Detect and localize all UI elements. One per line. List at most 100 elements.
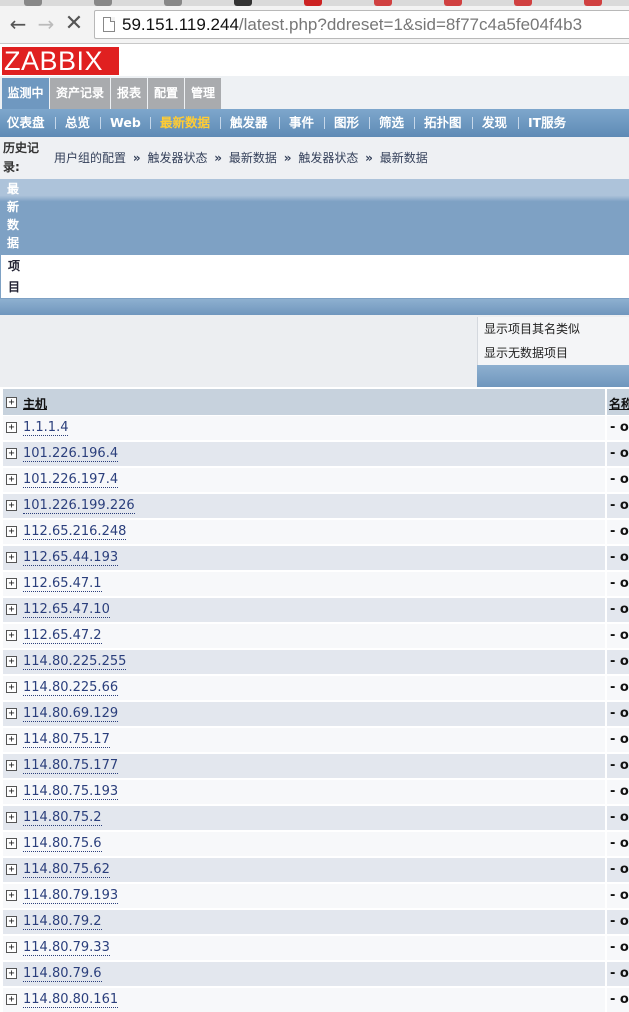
expand-row-icon[interactable]: + xyxy=(6,994,17,1005)
expand-row-icon[interactable]: + xyxy=(6,864,17,875)
url-text[interactable]: 59.151.119.244/latest.php?ddreset=1&sid=… xyxy=(122,15,582,35)
breadcrumb-link[interactable]: 最新数据 xyxy=(229,151,277,165)
zabbix-logo[interactable]: ZABBIX xyxy=(2,47,119,75)
item-name-cell: - ot xyxy=(605,806,629,830)
sub-menu-web[interactable]: Web xyxy=(110,109,141,137)
expand-row-icon[interactable]: + xyxy=(6,500,17,511)
back-arrow-icon[interactable]: ← xyxy=(6,12,30,36)
expand-row-icon[interactable]: + xyxy=(6,734,17,745)
main-menu-inventory[interactable]: 资产记录 xyxy=(50,78,110,109)
host-link[interactable]: 1.1.1.4 xyxy=(23,420,69,436)
sub-menu-maps[interactable]: 拓扑图 xyxy=(424,109,462,137)
breadcrumb-link[interactable]: 触发器状态 xyxy=(147,151,207,165)
item-name-cell: - ot xyxy=(605,988,629,1012)
page-title: 最新数据 xyxy=(7,182,20,250)
host-link[interactable]: 114.80.79.33 xyxy=(23,940,110,956)
expand-row-icon[interactable]: + xyxy=(6,422,17,433)
expand-row-icon[interactable]: + xyxy=(6,656,17,667)
table-row: +114.80.75.6 - ot xyxy=(3,832,629,856)
breadcrumb-arrow: » xyxy=(214,151,223,165)
filter-options: 显示项目其名类似 显示无数据项目 xyxy=(477,317,629,365)
main-menu-reports[interactable]: 报表 xyxy=(111,78,147,109)
host-link[interactable]: 112.65.216.248 xyxy=(23,524,127,540)
host-link[interactable]: 114.80.225.66 xyxy=(23,680,119,696)
host-link[interactable]: 114.80.75.177 xyxy=(23,758,119,774)
host-link[interactable]: 101.226.199.226 xyxy=(23,498,135,514)
sub-menu-it-services[interactable]: IT服务 xyxy=(528,109,566,137)
sub-menu-screens[interactable]: 筛选 xyxy=(379,109,404,137)
sub-menu-dashboard[interactable]: 仪表盘 xyxy=(7,109,45,137)
table-row: +114.80.79.33 - ot xyxy=(3,936,629,960)
breadcrumb-link[interactable]: 最新数据 xyxy=(380,151,428,165)
expand-row-icon[interactable]: + xyxy=(6,708,17,719)
expand-row-icon[interactable]: + xyxy=(6,916,17,927)
expand-row-icon[interactable]: + xyxy=(6,604,17,615)
expand-row-icon[interactable]: + xyxy=(6,968,17,979)
filter-toggle-bar[interactable] xyxy=(0,299,629,315)
expand-row-icon[interactable]: + xyxy=(6,526,17,537)
table-row: +101.226.196.4 - ot xyxy=(3,442,629,466)
expand-row-icon[interactable]: + xyxy=(6,630,17,641)
column-header-host[interactable]: 主机 xyxy=(23,395,47,412)
table-row: +114.80.225.255 - ot xyxy=(3,650,629,674)
latest-data-table: + 主机 名称 +1.1.1.4- ot+101.226.196.4- ot+1… xyxy=(0,389,629,1012)
option-show-no-data[interactable]: 显示无数据项目 xyxy=(484,344,568,361)
host-link[interactable]: 114.80.75.17 xyxy=(23,732,110,748)
table-row: +114.80.75.2 - ot xyxy=(3,806,629,830)
host-link[interactable]: 114.80.75.62 xyxy=(23,862,110,878)
stop-icon[interactable]: ✕ xyxy=(62,12,86,36)
expand-row-icon[interactable]: + xyxy=(6,552,17,563)
host-link[interactable]: 114.80.79.2 xyxy=(23,914,102,930)
expand-row-icon[interactable]: + xyxy=(6,682,17,693)
main-menu-configuration[interactable]: 配置 xyxy=(148,78,184,109)
sub-menu-latest-data[interactable]: 最新数据 xyxy=(160,109,210,137)
main-menu-administration[interactable]: 管理 xyxy=(185,78,221,109)
menu-divider xyxy=(279,117,280,129)
table-row: +112.65.47.1 - ot xyxy=(3,572,629,596)
host-link[interactable]: 114.80.225.255 xyxy=(23,654,127,670)
item-name-cell: - ot xyxy=(605,468,629,492)
host-link[interactable]: 112.65.47.2 xyxy=(23,628,102,644)
sub-menu-graphs[interactable]: 图形 xyxy=(334,109,359,137)
host-link[interactable]: 114.80.75.6 xyxy=(23,836,102,852)
expand-row-icon[interactable]: + xyxy=(6,786,17,797)
expand-row-icon[interactable]: + xyxy=(6,474,17,485)
expand-row-icon[interactable]: + xyxy=(6,838,17,849)
forward-arrow-icon[interactable]: → xyxy=(34,12,58,36)
host-link[interactable]: 114.80.75.193 xyxy=(23,784,119,800)
main-menu: 监测中 资产记录 报表 配置 管理 xyxy=(0,76,629,109)
expand-row-icon[interactable]: + xyxy=(6,760,17,771)
breadcrumb-link[interactable]: 触发器状态 xyxy=(298,151,358,165)
host-link[interactable]: 112.65.44.193 xyxy=(23,550,119,566)
expand-all-icon[interactable]: + xyxy=(6,397,17,408)
sub-menu-triggers[interactable]: 触发器 xyxy=(230,109,268,137)
host-link[interactable]: 114.80.79.6 xyxy=(23,966,102,982)
expand-row-icon[interactable]: + xyxy=(6,942,17,953)
sub-menu-discovery[interactable]: 发现 xyxy=(482,109,507,137)
breadcrumb-arrow: » xyxy=(365,151,373,165)
host-link[interactable]: 101.226.197.4 xyxy=(23,472,119,488)
expand-row-icon[interactable]: + xyxy=(6,812,17,823)
expand-row-icon[interactable]: + xyxy=(6,890,17,901)
host-link[interactable]: 114.80.75.2 xyxy=(23,810,102,826)
menu-divider xyxy=(472,117,473,129)
url-host: 59.151.119.244 xyxy=(122,15,239,34)
column-header-name[interactable]: 名称 xyxy=(605,389,629,415)
history-label: 历史记录: xyxy=(3,141,40,174)
host-link[interactable]: 114.80.69.129 xyxy=(23,706,119,722)
breadcrumb: 用户组的配置 » 触发器状态 » 最新数据 » 触发器状态 » 最新数据 xyxy=(54,149,428,166)
host-link[interactable]: 114.80.79.193 xyxy=(23,888,119,904)
expand-row-icon[interactable]: + xyxy=(6,578,17,589)
host-link[interactable]: 112.65.47.10 xyxy=(23,602,110,618)
browser-toolbar: ← → ✕ 59.151.119.244/latest.php?ddreset=… xyxy=(0,6,629,44)
sub-menu-overview[interactable]: 总览 xyxy=(65,109,90,137)
sub-menu-events[interactable]: 事件 xyxy=(289,109,314,137)
option-show-similar[interactable]: 显示项目其名类似 xyxy=(484,320,580,337)
main-menu-monitoring[interactable]: 监测中 xyxy=(2,78,49,109)
address-bar[interactable]: 59.151.119.244/latest.php?ddreset=1&sid=… xyxy=(94,10,629,39)
breadcrumb-link[interactable]: 用户组的配置 xyxy=(54,151,126,165)
host-link[interactable]: 101.226.196.4 xyxy=(23,446,119,462)
expand-row-icon[interactable]: + xyxy=(6,448,17,459)
host-link[interactable]: 114.80.80.161 xyxy=(23,992,119,1008)
host-link[interactable]: 112.65.47.1 xyxy=(23,576,102,592)
